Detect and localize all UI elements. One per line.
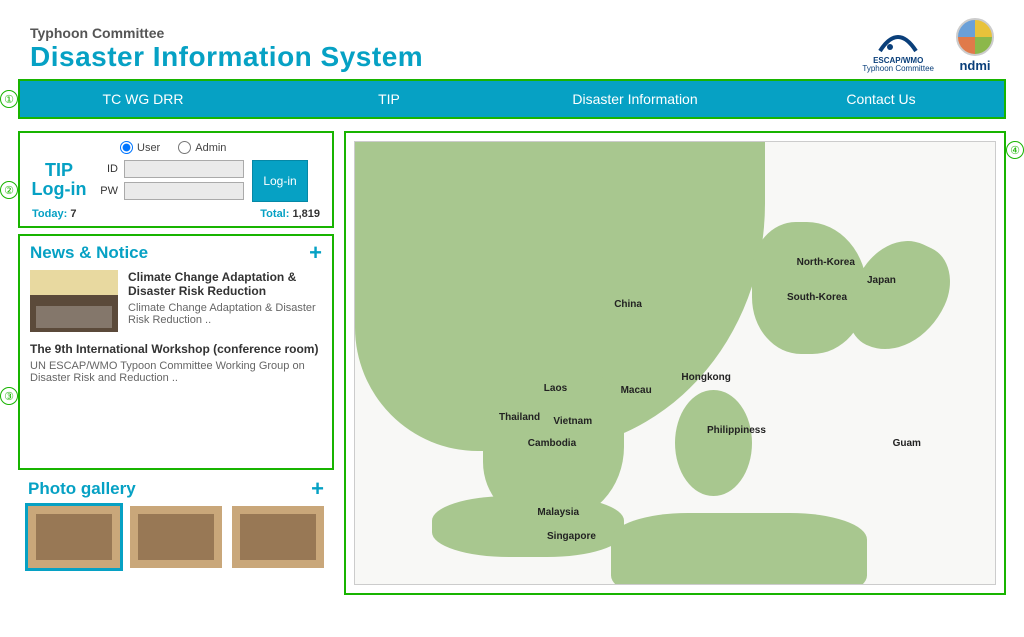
annotation-2: ② <box>0 181 18 199</box>
ndmi-logo-icon <box>956 18 994 56</box>
nav-contact-us[interactable]: Contact Us <box>758 91 1004 107</box>
map-label-laos[interactable]: Laos <box>544 383 567 394</box>
gallery-thumb[interactable] <box>28 506 120 568</box>
news-item[interactable]: The 9th International Workshop (conferen… <box>30 342 322 384</box>
map-label-vietnam[interactable]: Vietnam <box>553 416 592 427</box>
ndmi-logo: ndmi <box>956 18 994 73</box>
news-item-desc: UN ESCAP/WMO Typoon Committee Working Gr… <box>30 360 322 384</box>
ndmi-logo-text: ndmi <box>959 58 990 73</box>
nav-disaster-info[interactable]: Disaster Information <box>512 91 758 107</box>
header-logos: ESCAP/WMO Typhoon Committee ndmi <box>862 18 994 73</box>
pw-label: PW <box>96 185 118 197</box>
gallery-thumb[interactable] <box>130 506 222 568</box>
main-nav: TC WG DRR TIP Disaster Information Conta… <box>18 79 1006 119</box>
news-heading: News & Notice <box>30 243 148 263</box>
header: Typhoon Committee Disaster Information S… <box>18 10 1006 79</box>
today-label: Today: <box>32 208 67 220</box>
map-label-philippiness[interactable]: Philippiness <box>707 425 766 436</box>
gallery-more-icon[interactable]: + <box>311 476 324 502</box>
annotation-1: ① <box>0 90 18 108</box>
today-value: 7 <box>70 208 76 220</box>
news-thumb-icon <box>30 270 118 332</box>
gallery-heading: Photo gallery <box>28 479 136 499</box>
total-value: 1,819 <box>292 208 320 220</box>
login-button[interactable]: Log-in <box>252 160 308 202</box>
annotation-4: ④ <box>1006 141 1024 159</box>
map-label-cambodia[interactable]: Cambodia <box>528 438 576 449</box>
id-input[interactable] <box>124 160 244 178</box>
radio-admin[interactable] <box>178 141 191 154</box>
map-label-south-korea[interactable]: South-Korea <box>787 292 847 303</box>
news-panel: News & Notice + Climate Change Adaptatio… <box>18 234 334 470</box>
login-brand: TIP Log-in <box>30 161 88 199</box>
gallery-thumb[interactable] <box>232 506 324 568</box>
photo-gallery-panel: Photo gallery + <box>18 476 334 578</box>
news-item-title: The 9th International Workshop (conferen… <box>30 342 322 356</box>
map-label-guam[interactable]: Guam <box>893 438 921 449</box>
radio-admin-text: Admin <box>195 142 226 154</box>
radio-user[interactable] <box>120 141 133 154</box>
map-label-china[interactable]: China <box>614 299 642 310</box>
radio-admin-label[interactable]: Admin <box>178 141 226 154</box>
radio-user-text: User <box>137 142 160 154</box>
map-label-hongkong[interactable]: Hongkong <box>681 372 730 383</box>
map-label-malaysia[interactable]: Malaysia <box>537 507 579 518</box>
total-label: Total: <box>260 208 289 220</box>
header-subtitle: Typhoon Committee <box>30 25 423 41</box>
pw-input[interactable] <box>124 182 244 200</box>
nav-tc-wg-drr[interactable]: TC WG DRR <box>20 91 266 107</box>
map-label-singapore[interactable]: Singapore <box>547 531 596 542</box>
radio-user-label[interactable]: User <box>120 141 160 154</box>
login-panel: TIP Log-in User Admin ID <box>18 131 334 228</box>
escap-logo-line2: Typhoon Committee <box>862 65 934 73</box>
map-label-macau[interactable]: Macau <box>621 385 652 396</box>
news-item-title: Climate Change Adaptation & Disaster Ris… <box>128 270 322 298</box>
header-title: Disaster Information System <box>30 41 423 73</box>
map-label-japan[interactable]: Japan <box>867 275 896 286</box>
escap-wmo-logo: ESCAP/WMO Typhoon Committee <box>862 29 934 73</box>
nav-tip[interactable]: TIP <box>266 91 512 107</box>
news-item[interactable]: Climate Change Adaptation & Disaster Ris… <box>30 270 322 332</box>
id-label: ID <box>96 163 118 175</box>
news-item-desc: Climate Change Adaptation & Disaster Ris… <box>128 302 322 326</box>
map-label-thailand[interactable]: Thailand <box>499 412 540 423</box>
map-label-north-korea[interactable]: North-Korea <box>797 257 855 268</box>
annotation-3: ③ <box>0 387 18 405</box>
news-more-icon[interactable]: + <box>309 240 322 266</box>
asia-map[interactable]: North-Korea Japan South-Korea China Hongkong… <box>354 141 996 585</box>
map-panel: North-Korea Japan South-Korea China Hongkong… <box>344 131 1006 595</box>
